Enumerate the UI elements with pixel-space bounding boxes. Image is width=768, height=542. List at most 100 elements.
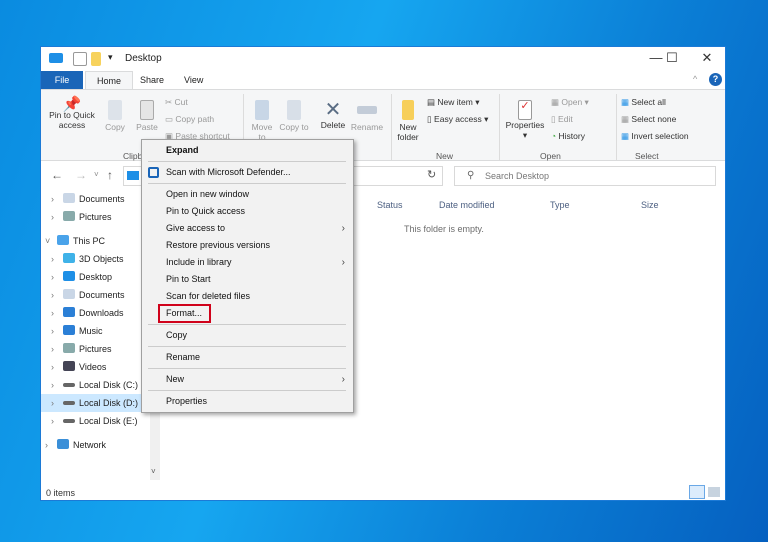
chevron-right-icon[interactable]: ›	[51, 340, 63, 358]
column-type[interactable]: Type	[550, 200, 570, 210]
tab-home[interactable]: Home	[85, 71, 134, 89]
chevron-right-icon[interactable]: ›	[51, 190, 63, 208]
menu-item[interactable]: Scan for deleted files	[142, 288, 353, 305]
tab-view[interactable]: View	[173, 71, 214, 89]
scroll-down-icon[interactable]: ˅	[151, 467, 156, 476]
menu-item[interactable]: Scan with Microsoft Defender...	[142, 164, 353, 181]
copy-to-button[interactable]: Copy to	[279, 100, 309, 132]
tab-share[interactable]: Share	[129, 71, 175, 89]
collapse-ribbon-icon[interactable]: ^	[693, 74, 697, 84]
column-date-modified[interactable]: Date modified	[439, 200, 495, 210]
tree-item[interactable]: › Local Disk (E:)	[41, 412, 151, 430]
chevron-right-icon[interactable]: ›	[51, 286, 63, 304]
tree-item[interactable]: › Documents	[41, 286, 151, 304]
menu-item[interactable]: Include in library ›	[142, 254, 353, 271]
menu-item[interactable]: Pin to Quick access	[142, 203, 353, 220]
chevron-right-icon[interactable]: ›	[51, 412, 63, 430]
divider	[616, 94, 617, 160]
menu-item[interactable]: Give access to ›	[142, 220, 353, 237]
tree-item[interactable]: › Local Disk (C:)	[41, 376, 151, 394]
customize-qa-chevron-icon[interactable]: ▾	[108, 52, 113, 63]
menu-item[interactable]: Rename	[142, 349, 353, 366]
menu-item[interactable]: Copy	[142, 327, 353, 344]
pin-quick-access-button[interactable]: 📌 Pin to Quick access	[45, 97, 99, 130]
title-bar: ▾ Desktop — ☐ ✕	[41, 47, 725, 71]
chevron-right-icon[interactable]: ›	[51, 250, 63, 268]
chevron-down-icon[interactable]: ˅	[45, 232, 57, 250]
tree-item[interactable]: › Local Disk (D:)	[41, 394, 151, 412]
move-icon	[255, 100, 269, 120]
chevron-right-icon[interactable]: ›	[51, 268, 63, 286]
chevron-right-icon[interactable]: ›	[51, 394, 63, 412]
copy-path-button[interactable]: ▭ Copy path	[165, 114, 214, 124]
invert-selection-button[interactable]: ▦ Invert selection	[621, 131, 689, 141]
ribbon-tabs: File Home Share View ^ ?	[41, 71, 725, 89]
maximize-button[interactable]: ☐	[657, 50, 687, 66]
tree-item-label: This PC	[73, 236, 106, 246]
properties-icon: ✓	[518, 100, 532, 120]
forward-button[interactable]: →	[75, 168, 87, 182]
tree-item[interactable]: › Pictures	[41, 208, 151, 226]
tab-file[interactable]: File	[41, 71, 83, 89]
select-all-button[interactable]: ▦ Select all	[621, 97, 666, 107]
chevron-right-icon[interactable]: ›	[51, 376, 63, 394]
up-button[interactable]: ↑	[107, 168, 113, 182]
details-view-button[interactable]	[689, 485, 705, 499]
downloads-icon	[63, 307, 75, 317]
copy-button[interactable]: Copy	[101, 100, 129, 132]
menu-item-label: Pin to Start	[166, 274, 211, 284]
tree-item[interactable]: ˅ This PC	[41, 232, 151, 250]
pictures-icon	[63, 343, 75, 353]
tree-item[interactable]: › Documents	[41, 190, 151, 208]
edit-button[interactable]: ▯ Edit	[551, 114, 573, 124]
open-button[interactable]: ▦ Open ▾	[551, 97, 589, 107]
tree-item[interactable]: › Desktop	[41, 268, 151, 286]
tree-item[interactable]: › 3D Objects	[41, 250, 151, 268]
easy-access-button[interactable]: ▯ Easy access ▾	[427, 114, 488, 124]
cut-button[interactable]: ✂ Cut	[165, 97, 188, 107]
tree-item-label: Documents	[79, 194, 125, 204]
refresh-button[interactable]: ↻	[427, 168, 436, 181]
delete-button[interactable]: ✕ Delete	[315, 100, 351, 130]
large-icons-view-button[interactable]	[708, 487, 720, 497]
menu-item[interactable]: Open in new window	[142, 186, 353, 203]
properties-button[interactable]: ✓ Properties ▾	[503, 100, 547, 140]
back-button[interactable]: ←	[51, 168, 63, 182]
paste-button[interactable]: Paste	[133, 100, 161, 132]
history-button[interactable]: ◔ History	[551, 131, 585, 141]
help-icon[interactable]: ?	[709, 73, 722, 86]
recent-locations-chevron-icon[interactable]: ˅	[94, 170, 99, 179]
tree-item-label: Local Disk (D:)	[79, 398, 139, 408]
new-folder-button[interactable]: New folder	[393, 100, 423, 142]
tree-item[interactable]: › Downloads	[41, 304, 151, 322]
rename-button[interactable]: Rename	[349, 100, 385, 132]
menu-item[interactable]: New ›	[142, 371, 353, 388]
tree-item[interactable]: › Pictures	[41, 340, 151, 358]
select-none-button[interactable]: ▦ Select none	[621, 114, 676, 124]
new-folder-qa-icon[interactable]	[91, 52, 101, 66]
search-input[interactable]: ⚲ Search Desktop	[454, 166, 716, 186]
tree-item[interactable]: › Network	[41, 436, 151, 454]
column-status[interactable]: Status	[377, 200, 403, 210]
close-button[interactable]: ✕	[692, 50, 722, 66]
chevron-right-icon[interactable]: ›	[51, 322, 63, 340]
chevron-right-icon[interactable]: ›	[51, 304, 63, 322]
chevron-right-icon[interactable]: ›	[51, 208, 63, 226]
properties-qa-icon[interactable]	[73, 52, 87, 66]
tree-item[interactable]: › Music	[41, 322, 151, 340]
menu-item[interactable]: Properties	[142, 393, 353, 410]
chevron-right-icon[interactable]: ›	[51, 358, 63, 376]
menu-item-label: Scan for deleted files	[166, 291, 251, 301]
videos-icon	[63, 361, 75, 371]
menu-item[interactable]: Pin to Start	[142, 271, 353, 288]
tree-item[interactable]: › Videos	[41, 358, 151, 376]
submenu-chevron-icon: ›	[341, 374, 345, 385]
chevron-right-icon[interactable]: ›	[45, 436, 57, 454]
menu-item[interactable]: Restore previous versions	[142, 237, 353, 254]
menu-item[interactable]: Expand	[142, 142, 353, 159]
menu-item-label: Copy	[166, 330, 188, 340]
copy-icon	[108, 100, 122, 120]
new-item-button[interactable]: ▤ New item ▾	[427, 97, 479, 107]
column-size[interactable]: Size	[641, 200, 659, 210]
move-to-button[interactable]: Move to	[247, 100, 277, 142]
